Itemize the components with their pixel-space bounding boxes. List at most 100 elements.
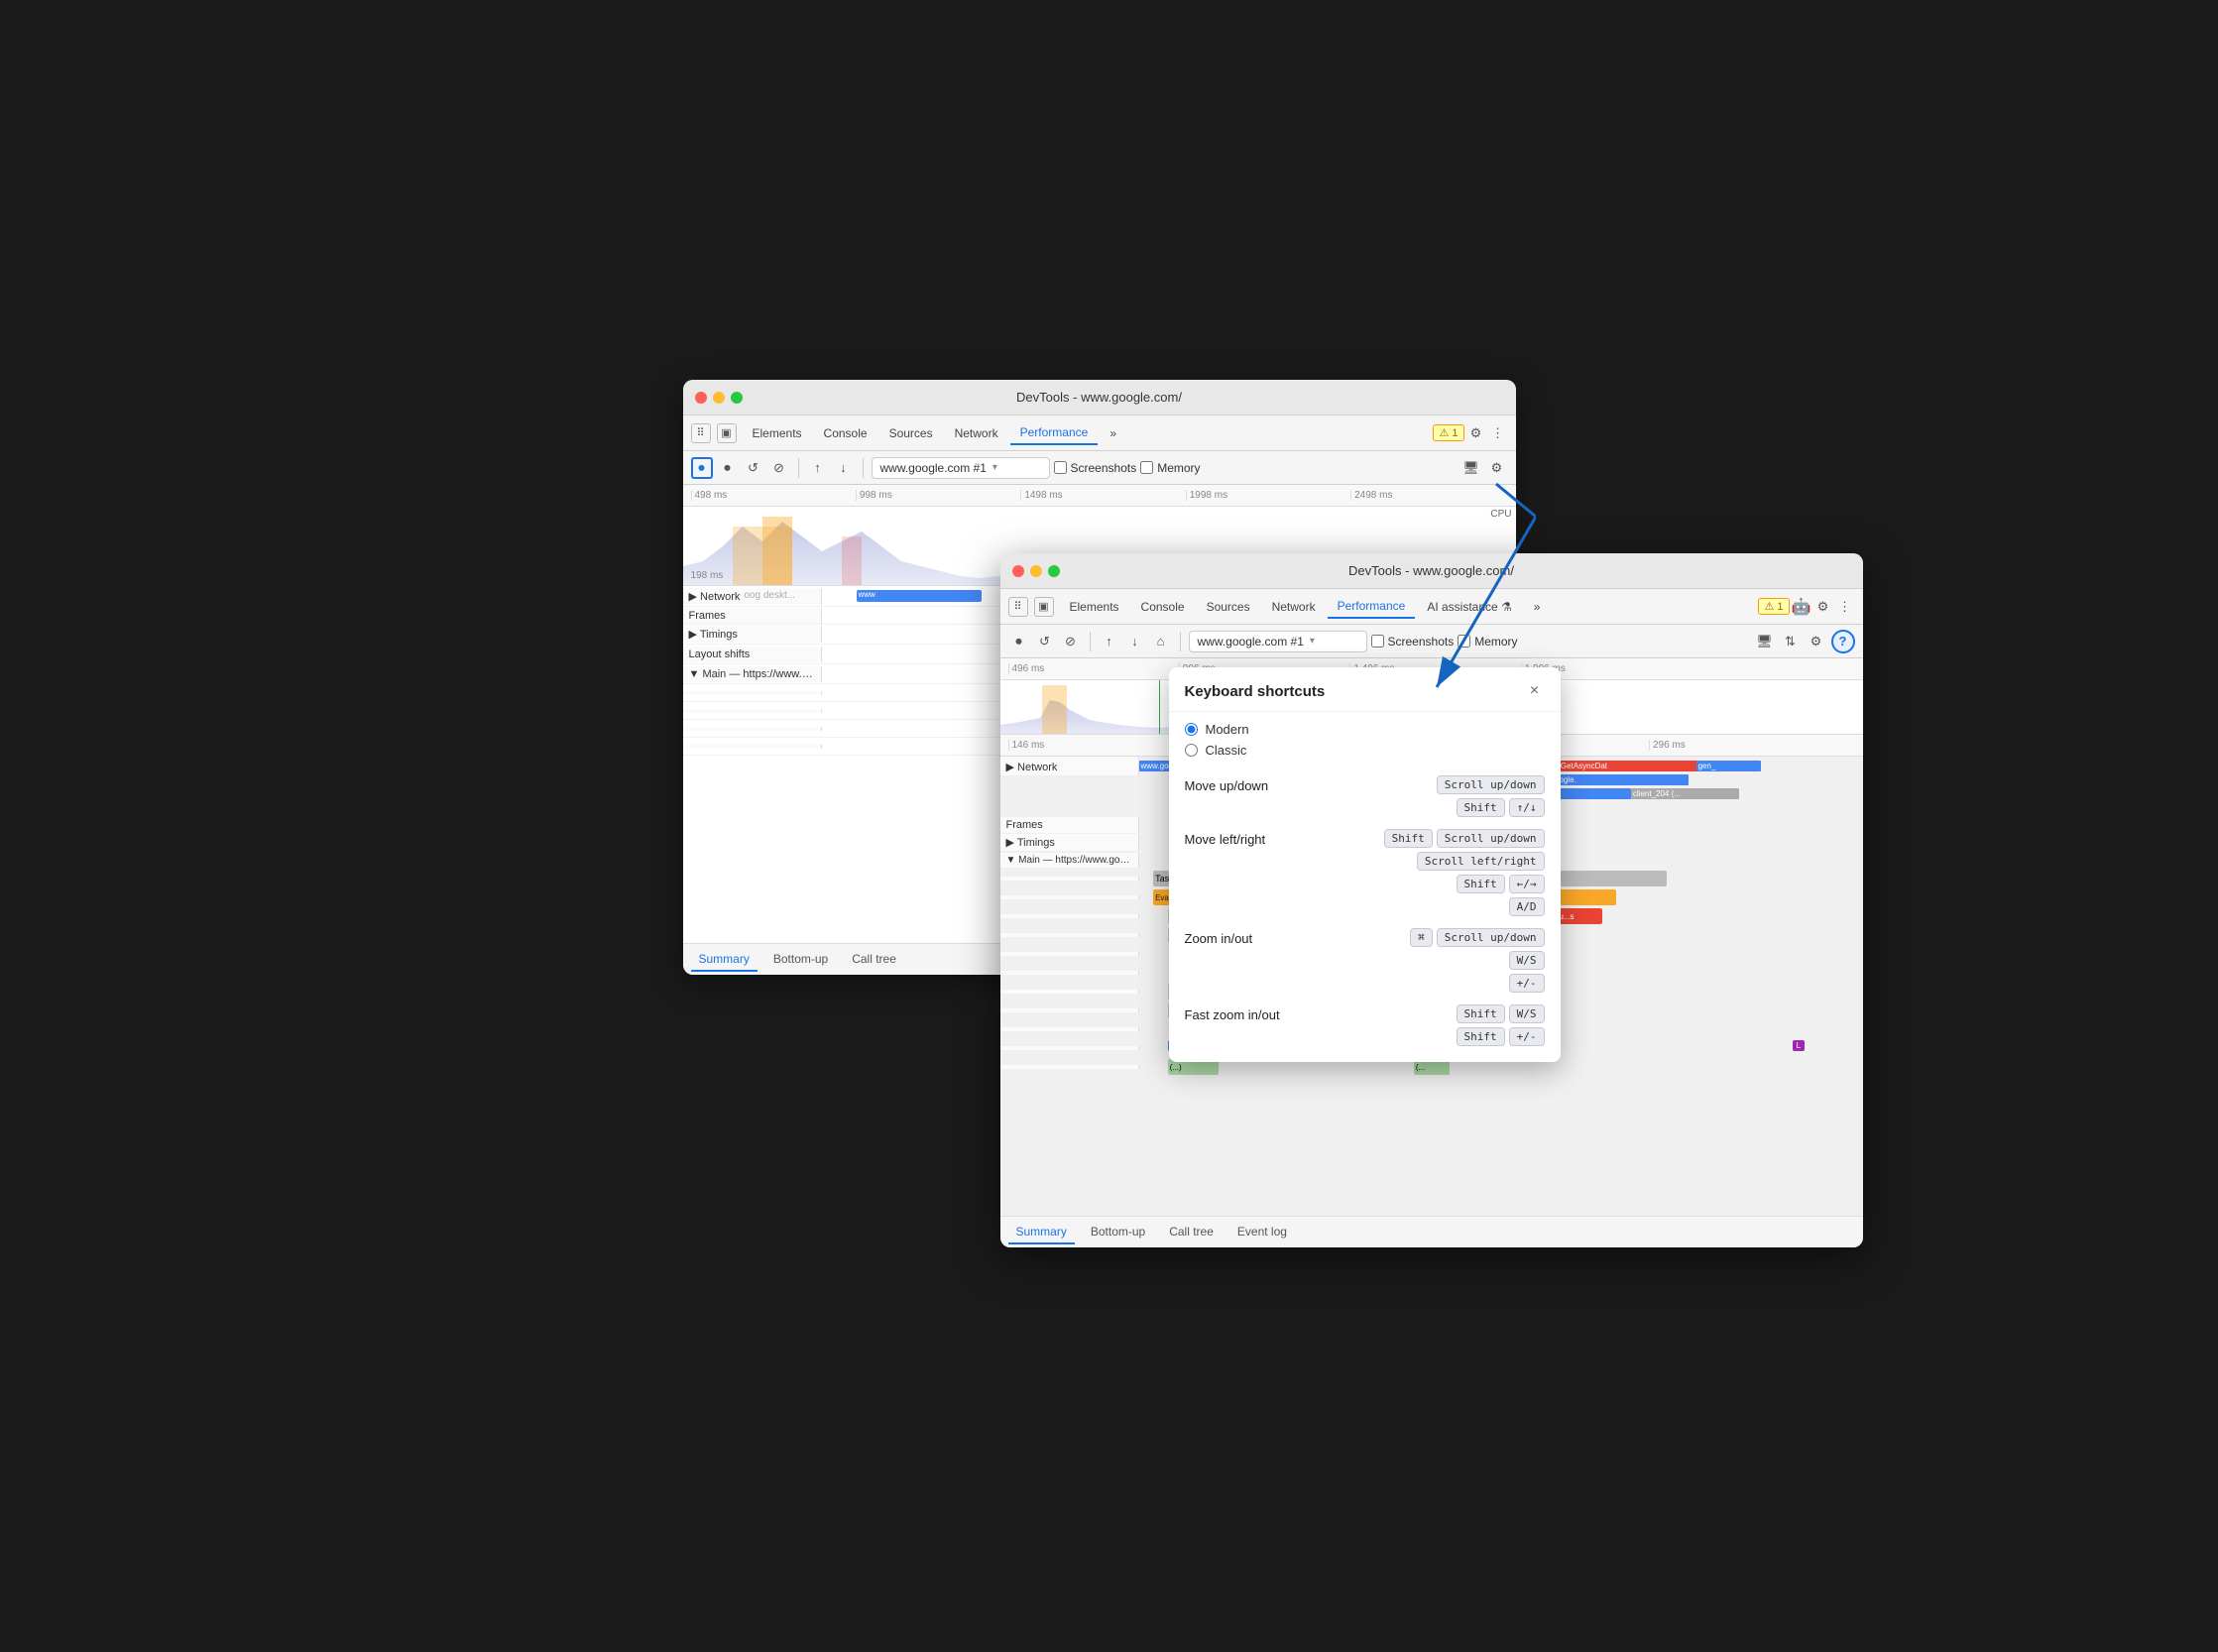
- front-download-btn[interactable]: ↓: [1124, 631, 1146, 652]
- back-tab-elements[interactable]: Elements: [743, 422, 812, 444]
- front-upload-btn[interactable]: ↑: [1099, 631, 1120, 652]
- back-record-reload-btn[interactable]: ⏺: [717, 457, 739, 479]
- back-record-btn[interactable]: ⏺: [691, 457, 713, 479]
- back-tab-bottomup[interactable]: Bottom-up: [765, 948, 836, 972]
- back-url-text: www.google.com #1: [880, 461, 987, 475]
- front-url-dropdown[interactable]: ▾: [1310, 636, 1315, 647]
- back-clear-btn[interactable]: ⊘: [768, 457, 790, 479]
- back-screenshots-check[interactable]: Screenshots: [1054, 461, 1137, 475]
- front-capture-btn[interactable]: 🖥: [1754, 631, 1776, 652]
- back-tab-sources[interactable]: Sources: [879, 422, 943, 444]
- back-tab-more[interactable]: »: [1100, 422, 1126, 444]
- front-window-title: DevTools - www.google.com/: [1348, 563, 1514, 578]
- front-tab-bottomup[interactable]: Bottom-up: [1083, 1221, 1153, 1244]
- shortcut-keys-move-leftright: Shift Scroll up/down Scroll left/right S…: [1312, 829, 1545, 916]
- radio-classic[interactable]: Classic: [1185, 743, 1545, 758]
- front-clear-btn[interactable]: ⊘: [1060, 631, 1082, 652]
- front-tab-summary[interactable]: Summary: [1008, 1221, 1075, 1244]
- front-tab-eventlog[interactable]: Event log: [1229, 1221, 1295, 1244]
- front-screenshots-check[interactable]: Screenshots: [1371, 635, 1455, 649]
- back-url-dropdown[interactable]: ▾: [992, 462, 997, 473]
- front-settings-btn[interactable]: ⚙: [1806, 631, 1827, 652]
- back-tab-icon-grid[interactable]: ⠿: [691, 423, 711, 443]
- back-tab-performance[interactable]: Performance: [1010, 421, 1099, 445]
- front-tab-console[interactable]: Console: [1131, 596, 1195, 618]
- shortcuts-close-btn[interactable]: ×: [1525, 681, 1545, 701]
- front-milestone-label: [1000, 1046, 1139, 1050]
- front-main-label: ▼ Main — https://www.google.com/: [1000, 853, 1139, 868]
- front-tab-elements[interactable]: Elements: [1060, 596, 1129, 618]
- front-sub-ruler-4: 296 ms: [1649, 740, 1863, 751]
- shortcut-row-fastzoom: Fast zoom in/out Shift W/S Shift +/-: [1185, 1004, 1545, 1046]
- key-plusminus-2: +/-: [1509, 1027, 1545, 1046]
- front-cursor-line: [1159, 680, 1160, 734]
- back-reload-btn[interactable]: ↺: [743, 457, 764, 479]
- front-window-controls: [1012, 565, 1060, 577]
- back-settings-icon[interactable]: ⚙: [1466, 423, 1486, 443]
- front-question-btn[interactable]: ?: [1831, 630, 1855, 653]
- back-download-btn[interactable]: ↓: [833, 457, 855, 479]
- back-tab-network[interactable]: Network: [945, 422, 1008, 444]
- front-url-bar[interactable]: www.google.com #1 ▾: [1189, 631, 1367, 652]
- shortcuts-title: Keyboard shortcuts: [1185, 683, 1326, 700]
- key-combo-ad: A/D: [1509, 897, 1545, 916]
- key-combo-shift-arrow: Shift ↑/↓: [1457, 798, 1545, 817]
- back-settings-btn[interactable]: ⚙: [1486, 457, 1508, 479]
- front-toolbar: ⏺ ↺ ⊘ ↑ ↓ ⌂ www.google.com #1 ▾ Screensh…: [1000, 625, 1863, 658]
- close-button-front[interactable]: [1012, 565, 1024, 577]
- back-memory-check[interactable]: Memory: [1140, 461, 1200, 475]
- back-frames-label: Frames: [683, 608, 822, 624]
- key-combo-shift-plusminus: Shift +/-: [1457, 1027, 1545, 1046]
- key-combo-shift-ws: Shift W/S: [1457, 1004, 1545, 1023]
- shortcut-action-move-leftright: Move left/right: [1185, 829, 1304, 847]
- front-tab-performance[interactable]: Performance: [1328, 595, 1416, 619]
- front-record-btn[interactable]: ⏺: [1008, 631, 1030, 652]
- back-tab-icon-layers[interactable]: ▣: [717, 423, 737, 443]
- key-combo-shift-scroll: Shift Scroll up/down: [1384, 829, 1545, 848]
- shortcuts-body: Move up/down Scroll up/down Shift ↑/↓ Mo…: [1169, 767, 1561, 1062]
- minimize-button-front[interactable]: [1030, 565, 1042, 577]
- back-tab-console[interactable]: Console: [814, 422, 877, 444]
- front-tab-sources[interactable]: Sources: [1197, 596, 1260, 618]
- radio-classic-input[interactable]: [1185, 744, 1198, 757]
- front-tab-network[interactable]: Network: [1262, 596, 1326, 618]
- shortcut-row-move-leftright: Move left/right Shift Scroll up/down Scr…: [1185, 829, 1545, 916]
- back-more-icon[interactable]: ⋮: [1488, 423, 1508, 443]
- front-filter-btn[interactable]: ⇅: [1780, 631, 1802, 652]
- back-main-label: ▼ Main — https://www.google.com/: [683, 666, 822, 682]
- minimize-button-back[interactable]: [713, 392, 725, 404]
- front-tab-more[interactable]: »: [1524, 596, 1551, 618]
- front-tab-ai[interactable]: AI assistance ⚗: [1417, 596, 1521, 618]
- back-window-controls: [695, 392, 743, 404]
- key-scroll-leftright: Scroll left/right: [1417, 852, 1545, 871]
- shortcut-row-zoom: Zoom in/out ⌘ Scroll up/down W/S +/-: [1185, 928, 1545, 993]
- front-reload-btn[interactable]: ↺: [1034, 631, 1056, 652]
- back-capture-btn[interactable]: 🖥: [1460, 457, 1482, 479]
- shortcut-action-move-updown: Move up/down: [1185, 775, 1304, 793]
- key-shift-4: Shift: [1457, 1004, 1505, 1023]
- front-memory-check[interactable]: Memory: [1458, 635, 1517, 649]
- front-ai-icon[interactable]: 🤖: [1792, 597, 1811, 617]
- front-tab-calltree[interactable]: Call tree: [1161, 1221, 1222, 1244]
- back-tab-calltree[interactable]: Call tree: [844, 948, 904, 972]
- key-ws-2: W/S: [1509, 1004, 1545, 1023]
- radio-modern-input[interactable]: [1185, 723, 1198, 736]
- back-url-bar[interactable]: www.google.com #1 ▾: [872, 457, 1050, 479]
- front-more-icon[interactable]: ⋮: [1835, 597, 1855, 617]
- shortcuts-header: Keyboard shortcuts ×: [1169, 667, 1561, 712]
- radio-modern[interactable]: Modern: [1185, 722, 1545, 737]
- key-ad: A/D: [1509, 897, 1545, 916]
- front-subtask-label2: [1000, 914, 1139, 918]
- maximize-button-front[interactable]: [1048, 565, 1060, 577]
- back-ruler-mark-2: 998 ms: [856, 490, 1020, 501]
- front-settings-icon[interactable]: ⚙: [1813, 597, 1833, 617]
- maximize-button-back[interactable]: [731, 392, 743, 404]
- back-toolbar: ⏺ ⏺ ↺ ⊘ ↑ ↓ www.google.com #1 ▾ Screensh…: [683, 451, 1516, 485]
- front-home-btn[interactable]: ⌂: [1150, 631, 1172, 652]
- close-button-back[interactable]: [695, 392, 707, 404]
- front-tab-icon-grid[interactable]: ⠿: [1008, 597, 1028, 617]
- front-tab-icon-layers[interactable]: ▣: [1034, 597, 1054, 617]
- back-upload-btn[interactable]: ↑: [807, 457, 829, 479]
- back-tab-summary[interactable]: Summary: [691, 948, 758, 972]
- key-combo-scroll-updown: Scroll up/down: [1437, 775, 1545, 794]
